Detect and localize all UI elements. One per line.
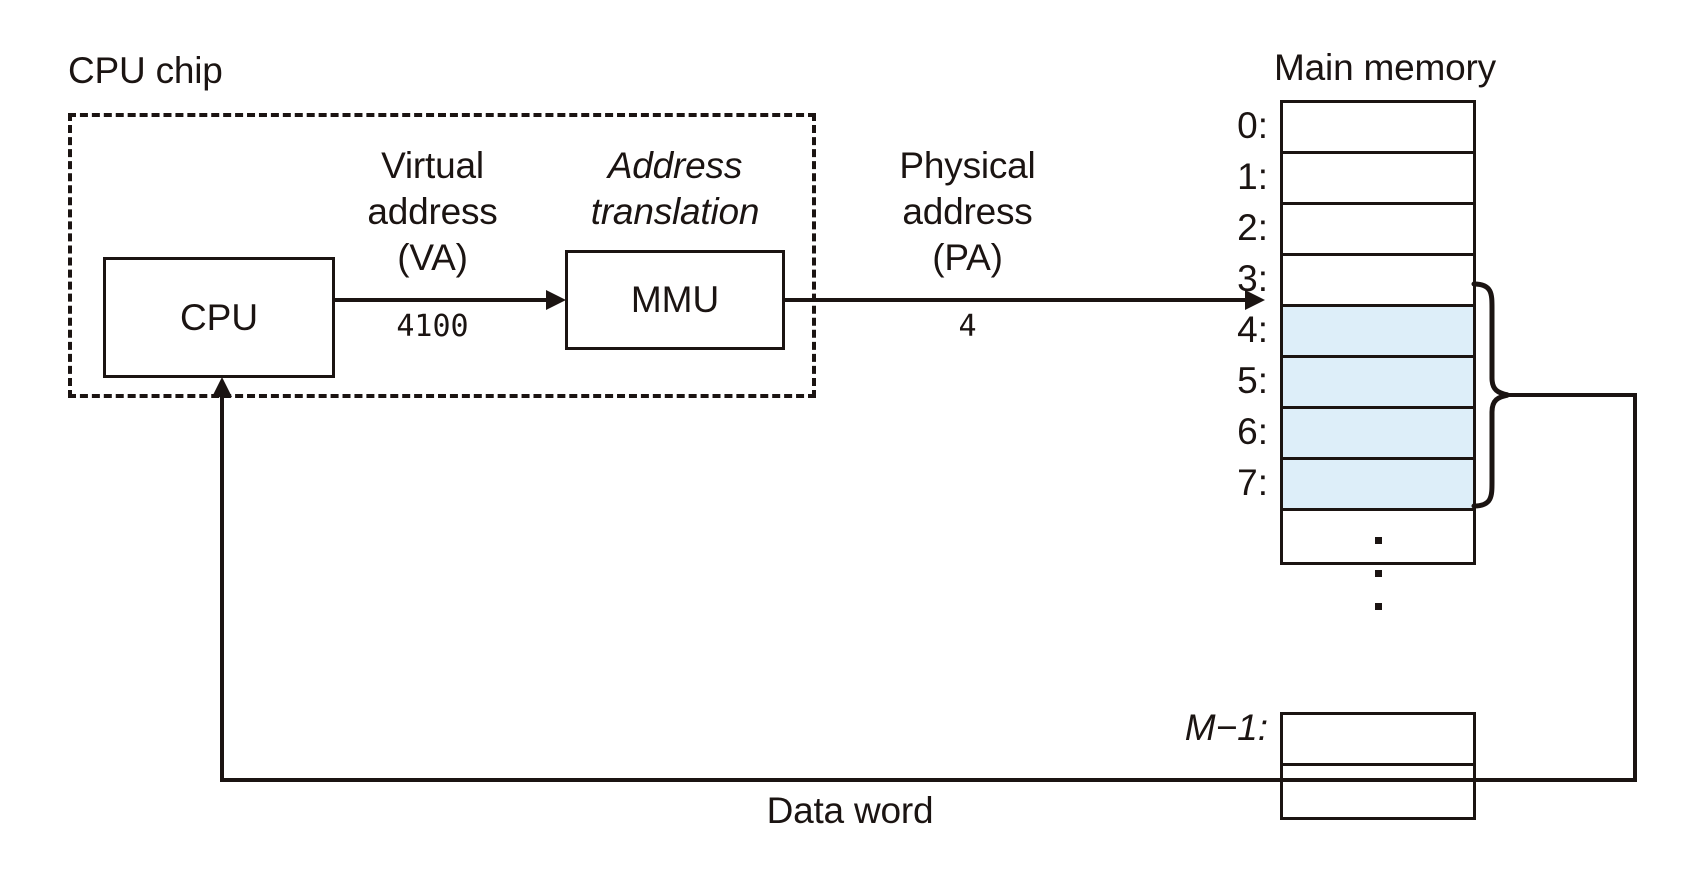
memory-index-2: 2: — [1237, 207, 1268, 248]
memory-index-3: 3: — [1237, 258, 1268, 299]
memory-ellipsis-icon — [1368, 537, 1388, 610]
memory-index-last-text: M−1: — [1184, 707, 1268, 748]
memory-row — [1283, 307, 1473, 358]
memory-index-4: 4: — [1237, 309, 1268, 350]
address-translation-label: Address translation — [590, 145, 760, 232]
mmu-box: MMU — [565, 250, 785, 350]
memory-index-last: M−1: — [1068, 668, 1268, 788]
memory-index-5: 5: — [1237, 360, 1268, 401]
main-memory-title: Main memory — [1274, 47, 1496, 88]
memory-index-0: 0: — [1237, 105, 1268, 146]
virtual-address-arrow-line — [335, 298, 546, 302]
physical-address-label: Physical address (PA) — [899, 145, 1036, 278]
memory-row — [1283, 103, 1473, 154]
data-word-line-right — [1633, 393, 1637, 782]
data-word-line-top — [1505, 393, 1637, 397]
data-word-arrowhead — [212, 377, 232, 397]
data-word-line-bottom — [220, 778, 1637, 782]
memory-row — [1283, 460, 1473, 511]
data-word-line-left — [220, 395, 224, 780]
diagram-canvas: CPU chip CPU MMU Virtual address (VA) 4100… — [0, 0, 1698, 894]
memory-row — [1283, 409, 1473, 460]
data-word-label: Data word — [766, 790, 934, 831]
memory-block-bottom — [1280, 712, 1476, 820]
memory-index-1: 1: — [1237, 156, 1268, 197]
memory-row — [1283, 256, 1473, 307]
virtual-address-label: Virtual address (VA) — [367, 145, 498, 278]
virtual-address-arrowhead — [546, 290, 566, 310]
cpu-chip-label: CPU chip — [68, 50, 223, 91]
memory-index-6: 6: — [1237, 411, 1268, 452]
cpu-box: CPU — [103, 257, 335, 378]
mmu-box-label: MMU — [630, 279, 720, 320]
memory-row — [1283, 154, 1473, 205]
cpu-box-label: CPU — [179, 296, 259, 338]
memory-row — [1283, 358, 1473, 409]
memory-row — [1283, 205, 1473, 256]
memory-index-7: 7: — [1237, 462, 1268, 503]
memory-row — [1283, 766, 1473, 817]
physical-address-value: 4 — [958, 309, 977, 344]
virtual-address-value: 4100 — [396, 309, 469, 344]
memory-block-top — [1280, 100, 1476, 565]
memory-row — [1283, 715, 1473, 766]
